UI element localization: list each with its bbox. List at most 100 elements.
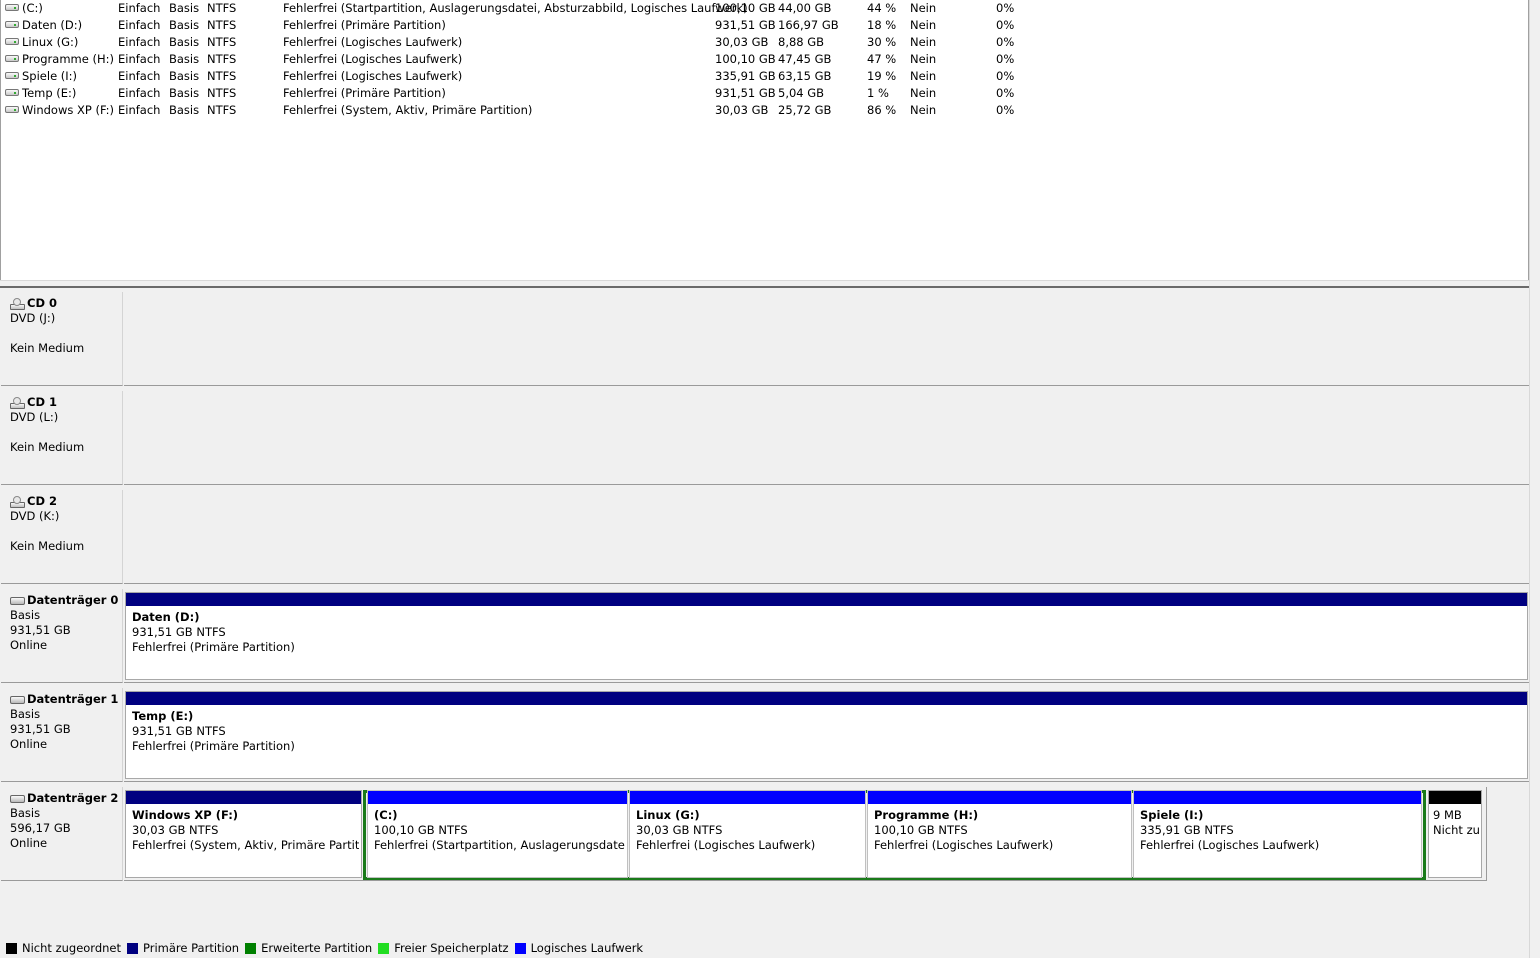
legend: Nicht zugeordnet Primäre Partition Erwei… [0, 938, 1529, 958]
partition-status: Fehlerfrei (Logisches Laufwerk) [1140, 838, 1320, 852]
volume-row[interactable]: Daten (D:) Einfach Basis NTFS Fehlerfrei… [1, 17, 1201, 34]
cdrom-drive: DVD (L:) [10, 410, 59, 424]
partition-linux-g[interactable]: Linux (G:) 30,03 GB NTFS Fehlerfrei (Log… [629, 790, 866, 878]
volume-row[interactable]: Linux (G:) Einfach Basis NTFS Fehlerfrei… [1, 34, 1201, 51]
cdrom-label[interactable]: CD 0 DVD (J:) Kein Medium [1, 292, 123, 386]
volume-overhead: 0% [996, 103, 1015, 117]
partition-bar [126, 593, 1527, 606]
disk-label[interactable]: Datenträger 2 Basis 596,17 GB Online [1, 787, 123, 881]
legend-item: Nicht zugeordnet [6, 941, 121, 955]
volume-fs: NTFS [207, 1, 237, 15]
hard-disk-icon [10, 794, 25, 803]
disk-row: Datenträger 1 Basis 931,51 GB Online Tem… [0, 684, 1531, 783]
volume-free: 47,45 GB [778, 52, 832, 66]
partition-programme-h[interactable]: Programme (H:) 100,10 GB NTFS Fehlerfrei… [867, 790, 1132, 878]
volume-overhead: 0% [996, 69, 1015, 83]
disk-state: Online [10, 638, 48, 652]
volume-overhead: 0% [996, 1, 1015, 15]
drive-icon [5, 89, 19, 96]
unallocated-space[interactable]: 9 MB Nicht zu [1428, 790, 1482, 878]
volume-list[interactable]: (C:) Einfach Basis NTFS Fehlerfrei (Star… [0, 0, 1529, 280]
cdrom-title: CD 0 [27, 296, 57, 310]
volume-layout: Einfach [118, 18, 161, 32]
volume-fs: NTFS [207, 103, 237, 117]
disk-label[interactable]: Datenträger 1 Basis 931,51 GB Online [1, 688, 123, 782]
volume-type: Basis [169, 103, 200, 117]
volume-name: Windows XP (F:) [22, 103, 115, 117]
cdrom-label[interactable]: CD 2 DVD (K:) Kein Medium [1, 490, 123, 584]
partition-status: Nicht zu [1433, 823, 1479, 837]
pane-splitter[interactable] [0, 280, 1529, 288]
legend-swatch [245, 942, 257, 954]
drive-icon [5, 55, 19, 62]
volume-free-pct: 47 % [867, 52, 897, 66]
legend-label: Nicht zugeordnet [22, 941, 122, 955]
volume-row[interactable]: Windows XP (F:) Einfach Basis NTFS Fehle… [1, 102, 1201, 119]
partition-name: Temp (E:) [132, 709, 194, 723]
volume-capacity: 335,91 GB [715, 69, 776, 83]
legend-swatch [6, 942, 17, 954]
volume-fault-tolerance: Nein [910, 86, 937, 100]
volume-overhead: 0% [996, 35, 1015, 49]
legend-label: Erweiterte Partition [261, 941, 373, 955]
volume-free-pct: 86 % [867, 103, 897, 117]
volume-fs: NTFS [207, 86, 237, 100]
volume-name: Temp (E:) [22, 86, 77, 100]
partition-temp-e[interactable]: Temp (E:) 931,51 GB NTFS Fehlerfrei (Pri… [125, 691, 1528, 779]
volume-type: Basis [169, 35, 200, 49]
volume-layout: Einfach [118, 35, 161, 49]
volume-status: Fehlerfrei (Logisches Laufwerk) [283, 35, 463, 49]
partition-name: Daten (D:) [132, 610, 200, 624]
volume-capacity: 100,10 GB [715, 52, 776, 66]
legend-item: Primäre Partition [127, 941, 239, 955]
drive-icon [5, 4, 19, 11]
partition-size: 9 MB [1433, 808, 1462, 822]
partition-name: (C:) [374, 808, 398, 822]
partition-bar [368, 791, 627, 804]
disk-label[interactable]: Datenträger 0 Basis 931,51 GB Online [1, 589, 123, 683]
partition-size: 30,03 GB NTFS [636, 823, 723, 837]
volume-free: 63,15 GB [778, 69, 832, 83]
volume-row[interactable]: (C:) Einfach Basis NTFS Fehlerfrei (Star… [1, 0, 1201, 17]
disk-state: Online [10, 737, 48, 751]
partition-size: 30,03 GB NTFS [132, 823, 219, 837]
volume-layout: Einfach [118, 86, 161, 100]
volume-type: Basis [169, 52, 200, 66]
cdrom-label[interactable]: CD 1 DVD (L:) Kein Medium [1, 391, 123, 485]
volume-free-pct: 18 % [867, 18, 897, 32]
cdrom-body [124, 490, 1529, 584]
cdrom-row: CD 2 DVD (K:) Kein Medium [0, 486, 1531, 585]
partition-bar [126, 791, 361, 804]
partition-spiele-i[interactable]: Spiele (I:) 335,91 GB NTFS Fehlerfrei (L… [1133, 790, 1422, 878]
volume-free: 25,72 GB [778, 103, 832, 117]
partition-c[interactable]: (C:) 100,10 GB NTFS Fehlerfrei (Startpar… [367, 790, 628, 878]
volume-fs: NTFS [207, 18, 237, 32]
volume-row[interactable]: Temp (E:) Einfach Basis NTFS Fehlerfrei … [1, 85, 1201, 102]
volume-row[interactable]: Spiele (I:) Einfach Basis NTFS Fehlerfre… [1, 68, 1201, 85]
volume-capacity: 931,51 GB [715, 86, 776, 100]
volume-fault-tolerance: Nein [910, 52, 937, 66]
volume-free: 44,00 GB [778, 1, 832, 15]
volume-fault-tolerance: Nein [910, 1, 937, 15]
hard-disk-icon [10, 695, 25, 704]
disk-row: Datenträger 0 Basis 931,51 GB Online Dat… [0, 585, 1531, 684]
partition-daten-d[interactable]: Daten (D:) 931,51 GB NTFS Fehlerfrei (Pr… [125, 592, 1528, 680]
partition-bar [868, 791, 1131, 804]
cdrom-row: CD 1 DVD (L:) Kein Medium [0, 387, 1531, 486]
partition-windows-xp-f[interactable]: Windows XP (F:) 30,03 GB NTFS Fehlerfrei… [125, 790, 362, 878]
volume-status: Fehlerfrei (Primäre Partition) [283, 86, 446, 100]
disk-title: Datenträger 0 [27, 593, 119, 607]
volume-row[interactable]: Programme (H:) Einfach Basis NTFS Fehler… [1, 51, 1201, 68]
volume-free-pct: 44 % [867, 1, 897, 15]
partition-status: Fehlerfrei (Logisches Laufwerk) [874, 838, 1054, 852]
partition-size: 931,51 GB NTFS [132, 724, 226, 738]
disk-body: Windows XP (F:) 30,03 GB NTFS Fehlerfrei… [124, 787, 1487, 881]
partition-status: Fehlerfrei (Primäre Partition) [132, 739, 295, 753]
cdrom-title: CD 2 [27, 494, 57, 508]
volume-fs: NTFS [207, 69, 237, 83]
disk-body: Daten (D:) 931,51 GB NTFS Fehlerfrei (Pr… [124, 589, 1529, 683]
partition-bar [630, 791, 865, 804]
partition-size: 931,51 GB NTFS [132, 625, 226, 639]
cdrom-title: CD 1 [27, 395, 57, 409]
volume-overhead: 0% [996, 52, 1015, 66]
